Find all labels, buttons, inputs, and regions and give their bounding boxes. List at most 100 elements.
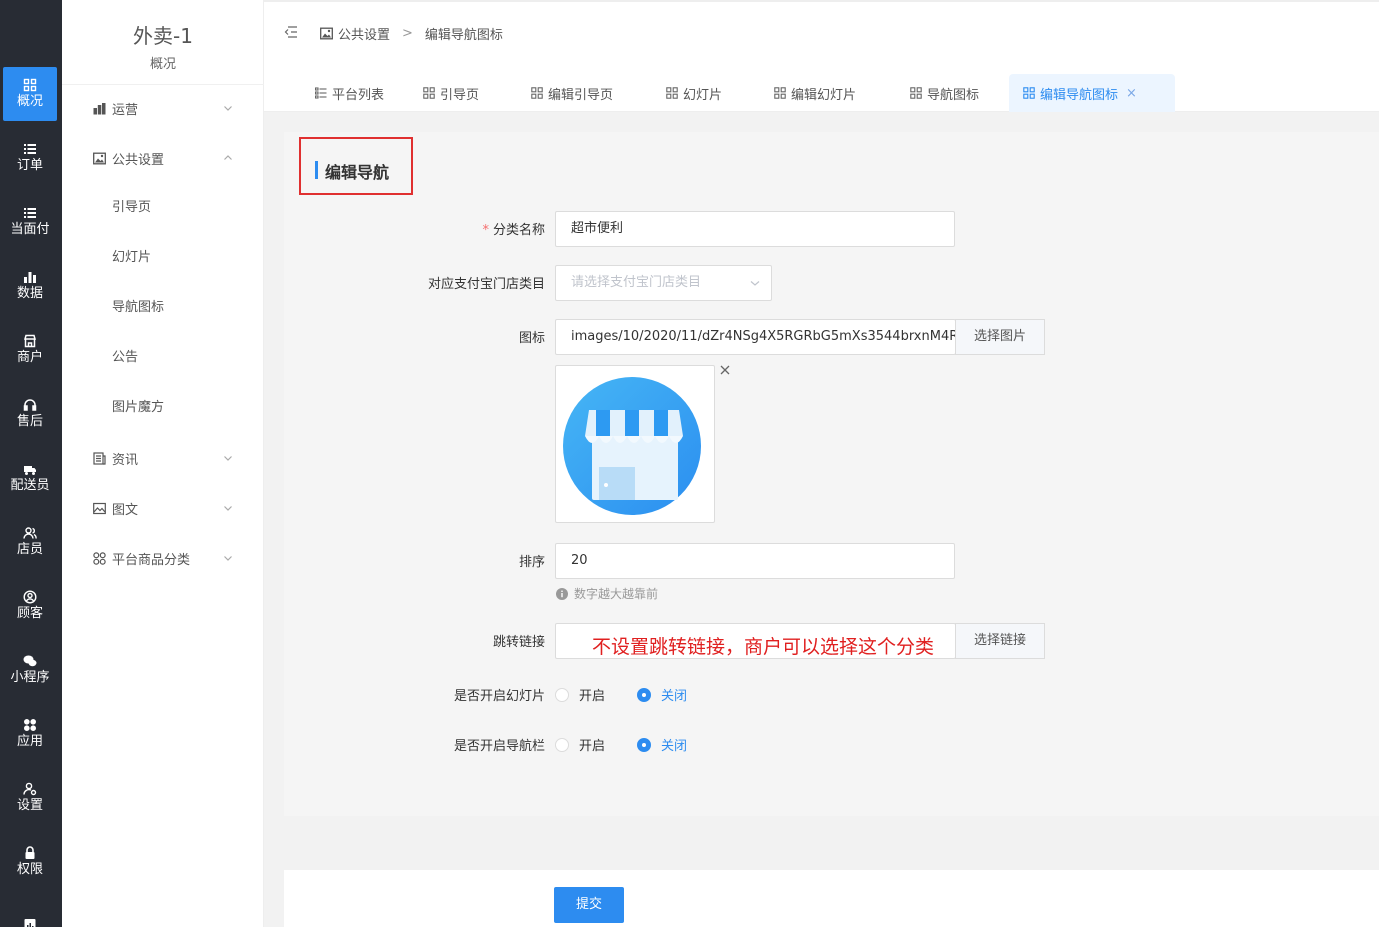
tab-edit-guide-page[interactable]: 编辑引导页	[517, 74, 627, 112]
rail-item-data[interactable]: 数据	[3, 259, 57, 313]
picture-icon	[93, 502, 106, 515]
shop-name: 外卖-1	[133, 24, 193, 48]
grid-icon	[531, 87, 543, 99]
menu-sub-nav-icons[interactable]: 导航图标	[112, 296, 164, 320]
alipay-category-label: 对应支付宝门店类目	[427, 277, 545, 292]
rail-item-label: 顾客	[16, 606, 43, 621]
label-text: 分类名称	[492, 223, 545, 238]
rail-item-couriers[interactable]: 配送员	[3, 451, 57, 505]
menu-item-graphics[interactable]: 图文	[62, 496, 264, 520]
lock-icon	[23, 846, 37, 860]
user-circle-icon	[23, 590, 37, 604]
wechat-icon	[23, 654, 37, 668]
form-footer: 提交	[284, 870, 1379, 927]
rail-item-permissions[interactable]: 权限	[3, 835, 57, 889]
radio-label: 关闭	[661, 689, 688, 704]
truck-icon	[23, 462, 37, 476]
grid-icon	[910, 87, 922, 99]
radio-dot	[637, 687, 651, 702]
rail-item-apps[interactable]: 应用	[3, 707, 57, 761]
rail-item-label: 订单	[16, 158, 43, 173]
menu-item-goods-category[interactable]: 平台商品分类	[62, 546, 264, 570]
sort-input[interactable]: 20	[555, 543, 955, 579]
sort-label: 排序	[518, 555, 545, 570]
category-icon	[93, 551, 106, 565]
select-link-button[interactable]: 选择链接	[955, 623, 1045, 659]
navbar-toggle-label: 是否开启导航栏	[453, 739, 545, 754]
remove-image-icon[interactable]	[718, 363, 732, 377]
form-card: 编辑导航 * 分类名称 超市便利 对应支付宝门店类目 请选择支付宝门店类目 图标 …	[284, 132, 1379, 816]
slideshow-off-radio[interactable]: 关闭	[637, 685, 687, 704]
shop-subtitle: 概况	[149, 57, 176, 72]
required-mark: *	[482, 223, 489, 238]
rail-item-merchants[interactable]: 商户	[3, 323, 57, 377]
tab-platform-list[interactable]: 平台列表	[301, 74, 398, 112]
grid-icon	[774, 87, 786, 99]
menu-item-label: 平台商品分类	[112, 552, 191, 568]
radio-label: 开启	[579, 689, 606, 704]
store-icon	[23, 334, 37, 348]
menu-item-news[interactable]: 资讯	[62, 446, 264, 470]
collapse-menu-icon[interactable]	[284, 25, 298, 39]
tab-guide-page[interactable]: 引导页	[409, 74, 493, 112]
rail-item-face-pay[interactable]: 当面付	[3, 195, 57, 249]
select-image-button[interactable]: 选择图片	[955, 319, 1045, 355]
navbar-off-radio[interactable]: 关闭	[637, 735, 687, 754]
rail-item-orders[interactable]: 订单	[3, 131, 57, 185]
submit-button[interactable]: 提交	[554, 887, 624, 923]
jump-link-input[interactable]: 不设置跳转链接，商户可以选择这个分类	[555, 623, 956, 659]
rail-item-label: 售后	[16, 414, 43, 429]
main-nav-rail: 概况 订单 当面付 数据 商户 售后 配送员 店员 顾客 小程序 应用 设置 权…	[0, 0, 62, 927]
menu-item-label: 运营	[112, 102, 139, 118]
menu-sub-slideshow[interactable]: 幻灯片	[112, 246, 151, 270]
radio-label: 关闭	[661, 739, 688, 754]
tab-bar: 平台列表 引导页 编辑引导页 幻灯片 编辑幻灯片 导航图标 编辑导航图标 ×	[264, 62, 1379, 112]
rail-item-label: 应用	[16, 734, 43, 749]
tab-label: 平台列表	[332, 87, 385, 103]
rail-item-mini-program[interactable]: 小程序	[3, 643, 57, 697]
dashboard-icon	[93, 102, 106, 115]
grid-icon	[1023, 87, 1035, 99]
rail-item-after-sales[interactable]: 售后	[3, 387, 57, 441]
menu-item-label: 公共设置	[112, 152, 165, 168]
close-icon[interactable]: ×	[1126, 86, 1137, 101]
menu-sub-guide-page[interactable]: 引导页	[112, 196, 151, 220]
list-icon	[315, 87, 327, 99]
menu-item-public-settings[interactable]: 公共设置	[62, 146, 264, 170]
rail-item-overview[interactable]: 概况	[3, 67, 57, 121]
tab-slideshow[interactable]: 幻灯片	[652, 74, 736, 112]
user-gear-icon	[23, 782, 37, 796]
radio-dot	[555, 737, 569, 752]
breadcrumb-current: 编辑导航图标	[424, 28, 503, 43]
navbar-on-radio[interactable]: 开启	[555, 735, 605, 754]
tab-label: 导航图标	[927, 87, 980, 103]
menu-item-label: 图文	[112, 502, 139, 518]
breadcrumb-parent[interactable]: 公共设置	[338, 24, 390, 43]
alipay-category-select[interactable]: 请选择支付宝门店类目	[555, 265, 772, 301]
menu-sub-notice[interactable]: 公告	[112, 346, 138, 370]
rail-item-settings[interactable]: 设置	[3, 771, 57, 825]
slideshow-on-radio[interactable]: 开启	[555, 685, 605, 704]
store-icon	[562, 372, 710, 518]
grid-icon	[423, 87, 435, 99]
image-icon	[93, 152, 106, 165]
radio-dot	[637, 737, 651, 752]
rail-item-staff[interactable]: 店员	[3, 515, 57, 569]
category-name-input[interactable]: 超市便利	[555, 211, 955, 247]
rail-item-customers[interactable]: 顾客	[3, 579, 57, 633]
tab-edit-nav-icons[interactable]: 编辑导航图标 ×	[1009, 74, 1175, 112]
menu-item-operations[interactable]: 运营	[62, 96, 264, 120]
tab-edit-slideshow[interactable]: 编辑幻灯片	[760, 74, 870, 112]
category-name-label: * 分类名称	[300, 219, 545, 238]
menu-divider	[62, 84, 264, 85]
rail-item-label: 小程序	[10, 670, 50, 685]
icon-path-input[interactable]: images/10/2020/11/dZr4NSg4X5RGRbG5mXs354…	[555, 319, 956, 355]
rail-item-reports[interactable]	[3, 899, 57, 927]
chevron-down-icon	[222, 502, 234, 514]
grid-icon	[23, 78, 37, 92]
menu-sub-image-cube[interactable]: 图片魔方	[112, 396, 164, 420]
hint-text: 数字越大越靠前	[574, 587, 659, 601]
image-icon	[320, 27, 333, 40]
chevron-down-icon	[222, 102, 234, 114]
tab-nav-icons[interactable]: 导航图标	[896, 74, 993, 112]
